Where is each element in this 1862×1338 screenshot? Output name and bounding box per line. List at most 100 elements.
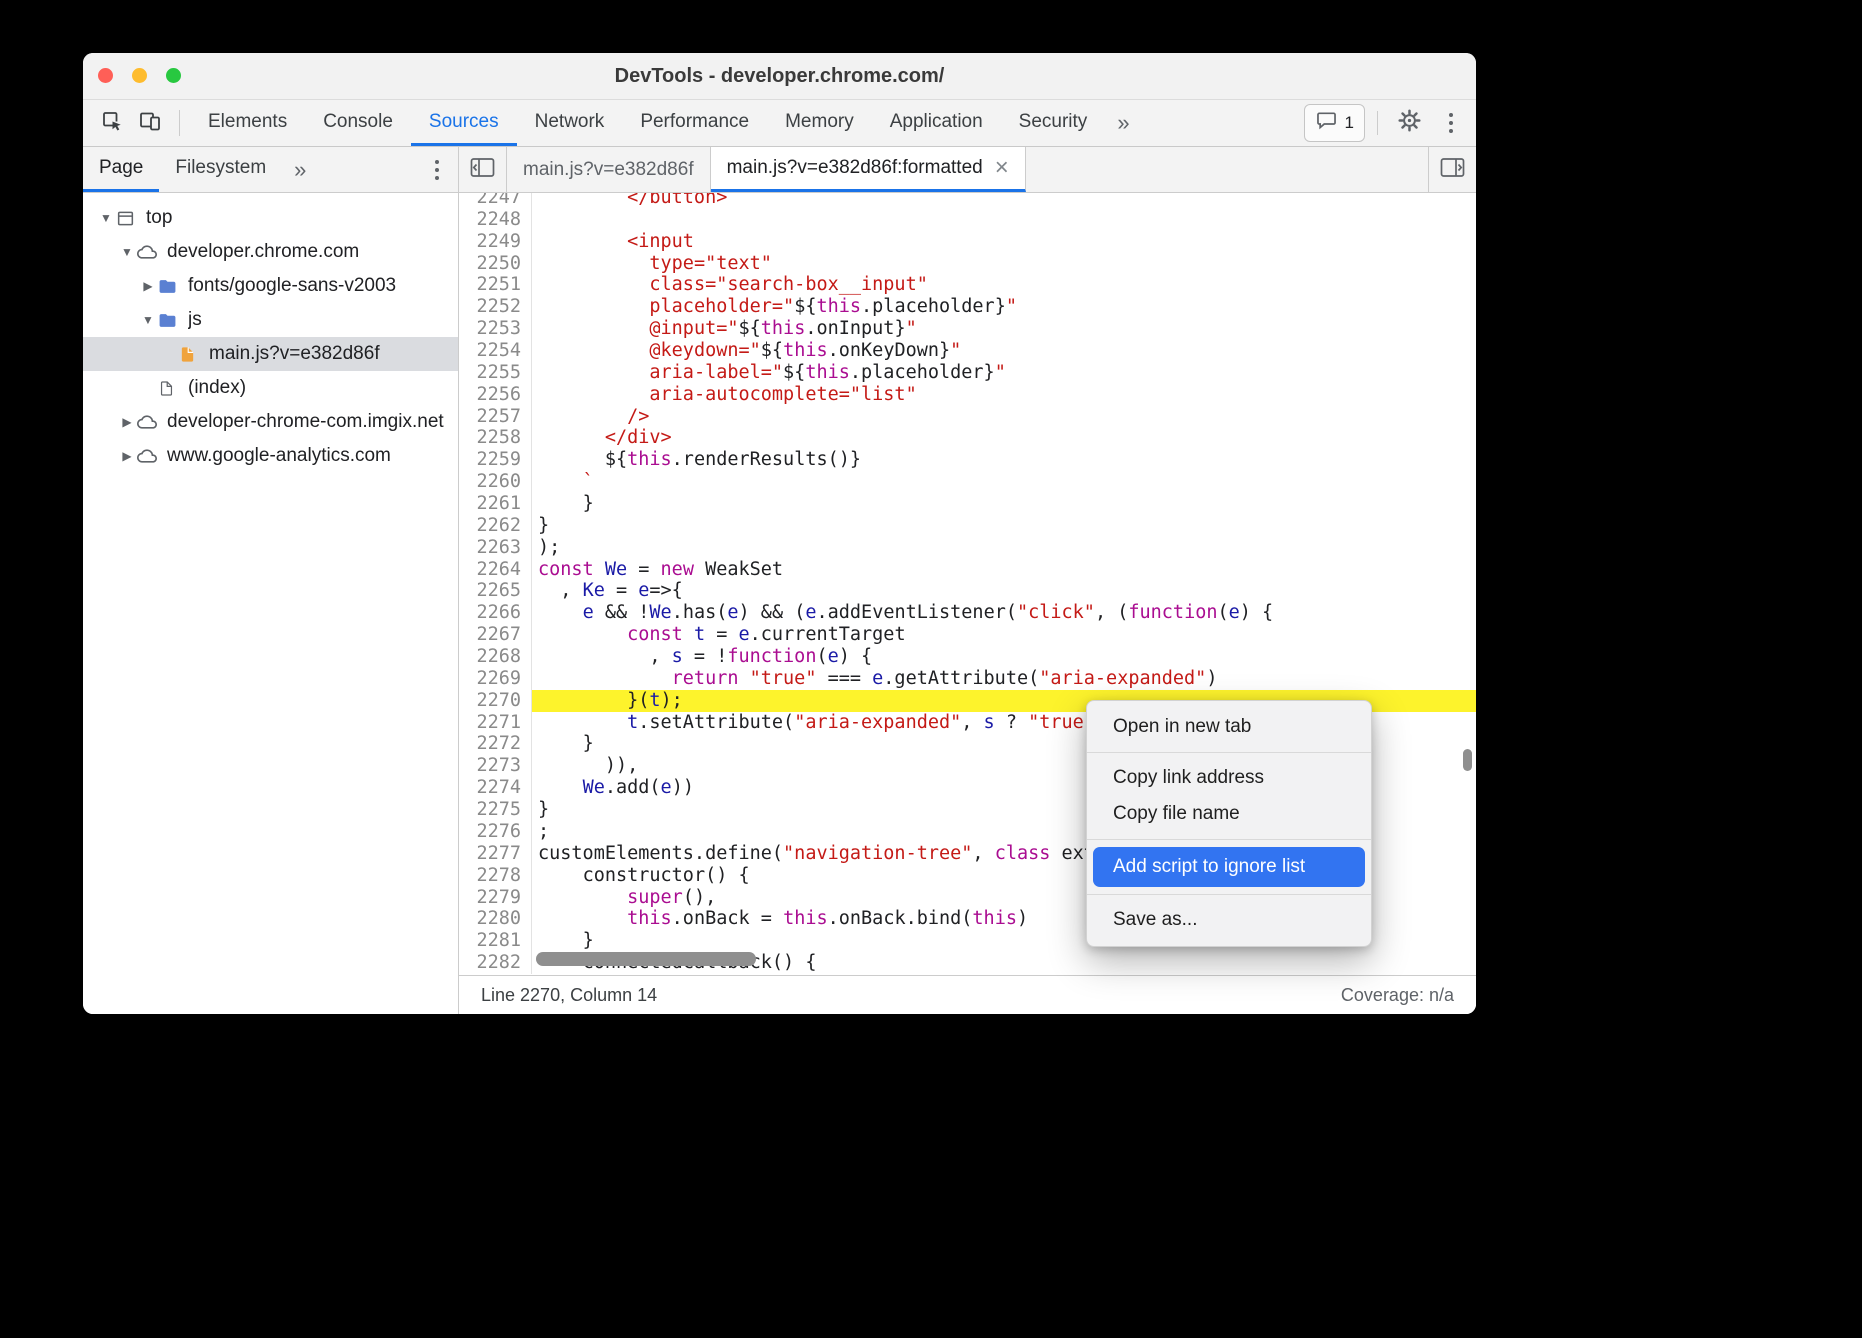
expander-open-icon[interactable]: ▼ xyxy=(117,245,137,259)
expander-closed-icon[interactable]: ▶ xyxy=(117,449,137,463)
code-line-text[interactable]: /> xyxy=(532,406,1476,428)
line-number[interactable]: 2252 xyxy=(459,296,532,318)
line-number[interactable]: 2273 xyxy=(459,755,532,777)
line-number[interactable]: 2278 xyxy=(459,865,532,887)
line-number[interactable]: 2272 xyxy=(459,733,532,755)
line-number[interactable]: 2254 xyxy=(459,340,532,362)
horizontal-scrollbar-thumb[interactable] xyxy=(536,952,756,966)
line-number[interactable]: 2263 xyxy=(459,537,532,559)
tree-item-index[interactable]: (index) xyxy=(83,371,458,405)
code-line-text[interactable]: const t = e.currentTarget xyxy=(532,624,1476,646)
show-debugger-sidebar-button[interactable] xyxy=(1428,147,1476,192)
customize-devtools-button[interactable] xyxy=(1436,108,1466,138)
inspect-element-button[interactable] xyxy=(93,100,131,146)
code-line-text[interactable]: @input="${this.onInput}" xyxy=(532,318,1476,340)
menu-item-copy-link-address[interactable]: Copy link address xyxy=(1087,760,1371,796)
line-number[interactable]: 2275 xyxy=(459,799,532,821)
editor-tab-main-js[interactable]: main.js?v=e382d86f xyxy=(507,147,711,192)
line-number[interactable]: 2266 xyxy=(459,602,532,624)
expander-closed-icon[interactable]: ▶ xyxy=(117,415,137,429)
device-toolbar-button[interactable] xyxy=(131,100,169,146)
line-number[interactable]: 2248 xyxy=(459,209,532,231)
tree-item-www-google-analytics-com[interactable]: ▶www.google-analytics.com xyxy=(83,439,458,473)
code-line-text[interactable]: ); xyxy=(532,537,1476,559)
line-number[interactable]: 2258 xyxy=(459,427,532,449)
tree-item-developer-chrome-com[interactable]: ▼developer.chrome.com xyxy=(83,235,458,269)
line-number[interactable]: 2257 xyxy=(459,406,532,428)
expander-open-icon[interactable]: ▼ xyxy=(138,313,158,327)
line-number[interactable]: 2279 xyxy=(459,887,532,909)
code-line-text[interactable]: <input xyxy=(532,231,1476,253)
line-number[interactable]: 2274 xyxy=(459,777,532,799)
expander-closed-icon[interactable]: ▶ xyxy=(138,279,158,293)
tab-sources[interactable]: Sources xyxy=(411,100,517,146)
tab-page[interactable]: Page xyxy=(83,147,159,192)
line-number[interactable]: 2276 xyxy=(459,821,532,843)
tree-item-js[interactable]: ▼js xyxy=(83,303,458,337)
line-number[interactable]: 2280 xyxy=(459,908,532,930)
navigator-menu-button[interactable] xyxy=(422,155,452,185)
line-number[interactable]: 2260 xyxy=(459,471,532,493)
line-number[interactable]: 2251 xyxy=(459,274,532,296)
menu-item-copy-file-name[interactable]: Copy file name xyxy=(1087,796,1371,832)
more-navigator-tabs-button[interactable]: » xyxy=(282,147,318,192)
code-line-text[interactable]: aria-label="${this.placeholder}" xyxy=(532,362,1476,384)
zoom-window-button[interactable] xyxy=(166,68,181,83)
tab-security[interactable]: Security xyxy=(1001,100,1106,146)
tree-item-main-js-v-e382d86f[interactable]: main.js?v=e382d86f xyxy=(83,337,458,371)
line-number[interactable]: 2249 xyxy=(459,231,532,253)
editor-tab-main-js-formatted[interactable]: main.js?v=e382d86f:formatted × xyxy=(711,147,1026,192)
line-number[interactable]: 2269 xyxy=(459,668,532,690)
line-number[interactable]: 2264 xyxy=(459,559,532,581)
tab-application[interactable]: Application xyxy=(872,100,1001,146)
line-number[interactable]: 2268 xyxy=(459,646,532,668)
line-number[interactable]: 2282 xyxy=(459,952,532,974)
tab-performance[interactable]: Performance xyxy=(622,100,767,146)
menu-item-add-script-to-ignore-list[interactable]: Add script to ignore list xyxy=(1093,847,1365,887)
code-line-text[interactable]: </button> xyxy=(532,193,1476,209)
code-line-text[interactable]: @keydown="${this.onKeyDown}" xyxy=(532,340,1476,362)
tab-elements[interactable]: Elements xyxy=(190,100,305,146)
vertical-scrollbar-thumb[interactable] xyxy=(1463,749,1472,771)
code-line-text[interactable]: class="search-box__input" xyxy=(532,274,1476,296)
line-number[interactable]: 2267 xyxy=(459,624,532,646)
code-line-text[interactable]: ${this.renderResults()} xyxy=(532,449,1476,471)
tab-network[interactable]: Network xyxy=(517,100,623,146)
tab-memory[interactable]: Memory xyxy=(767,100,872,146)
tree-item-fonts-google-sans-v2003[interactable]: ▶fonts/google-sans-v2003 xyxy=(83,269,458,303)
expander-open-icon[interactable]: ▼ xyxy=(96,211,116,225)
code-line-text[interactable]: ` xyxy=(532,471,1476,493)
line-number[interactable]: 2270 xyxy=(459,690,532,712)
code-line-text[interactable]: } xyxy=(532,515,1476,537)
menu-item-open-in-new-tab[interactable]: Open in new tab xyxy=(1087,709,1371,745)
code-line-text[interactable]: , Ke = e=>{ xyxy=(532,580,1476,602)
line-number[interactable]: 2256 xyxy=(459,384,532,406)
line-number[interactable]: 2250 xyxy=(459,253,532,275)
settings-button[interactable] xyxy=(1390,108,1428,138)
code-line-text[interactable]: aria-autocomplete="list" xyxy=(532,384,1476,406)
line-number[interactable]: 2247 xyxy=(459,193,532,209)
line-number[interactable]: 2259 xyxy=(459,449,532,471)
code-line-text[interactable]: type="text" xyxy=(532,253,1476,275)
line-number[interactable]: 2253 xyxy=(459,318,532,340)
line-number[interactable]: 2261 xyxy=(459,493,532,515)
tab-console[interactable]: Console xyxy=(305,100,411,146)
line-number[interactable]: 2271 xyxy=(459,712,532,734)
line-number[interactable]: 2262 xyxy=(459,515,532,537)
line-number[interactable]: 2265 xyxy=(459,580,532,602)
close-window-button[interactable] xyxy=(98,68,113,83)
line-number[interactable]: 2281 xyxy=(459,930,532,952)
code-line-text[interactable]: return "true" === e.getAttribute("aria-e… xyxy=(532,668,1476,690)
code-line-text[interactable]: const We = new WeakSet xyxy=(532,559,1476,581)
close-tab-icon[interactable]: × xyxy=(995,156,1009,180)
tab-filesystem[interactable]: Filesystem xyxy=(159,147,282,192)
more-panels-button[interactable]: » xyxy=(1105,100,1141,146)
minimize-window-button[interactable] xyxy=(132,68,147,83)
issues-button[interactable]: 1 xyxy=(1304,104,1365,142)
code-line-text[interactable]: } xyxy=(532,493,1476,515)
code-line-text[interactable]: , s = !function(e) { xyxy=(532,646,1476,668)
tree-item-top[interactable]: ▼top xyxy=(83,201,458,235)
code-line-text[interactable]: placeholder="${this.placeholder}" xyxy=(532,296,1476,318)
code-line-text[interactable]: </div> xyxy=(532,427,1476,449)
menu-item-save-as[interactable]: Save as... xyxy=(1087,902,1371,938)
